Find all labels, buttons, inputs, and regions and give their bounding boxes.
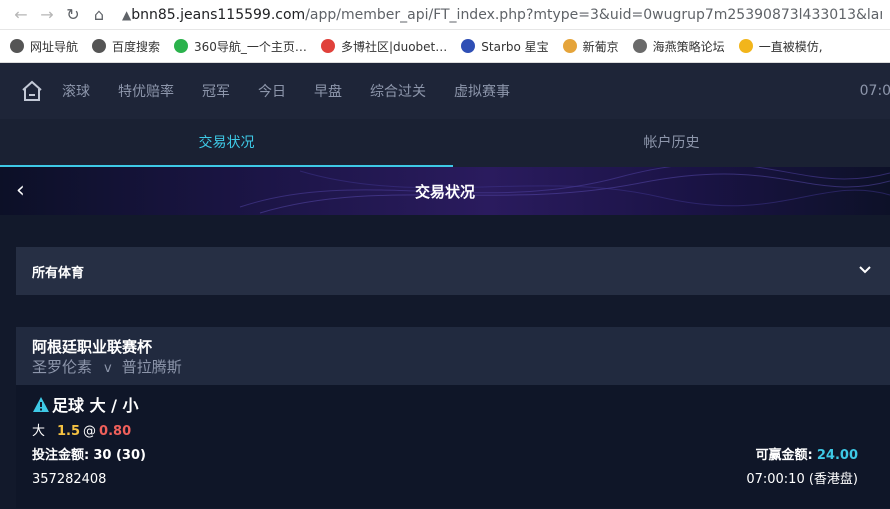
bookmark-favicon-icon xyxy=(92,39,107,53)
home-team: 圣罗伦素 xyxy=(32,358,93,376)
stake-label: 投注金额: xyxy=(32,448,90,463)
bookmark-label: 新葡京 xyxy=(582,39,619,54)
potential-win: 可赢金额: 24.00 xyxy=(756,444,858,468)
bookmark-label: 360导航_一个主页… xyxy=(194,39,307,54)
bet-card-body: 足球 大 / 小 大 1.5 @0.80 投注金额: 30 (30) 可赢金额: 2… xyxy=(16,385,890,508)
league-name: 阿根廷职业联赛杯 xyxy=(32,338,153,356)
tab-trade-status[interactable]: 交易状况 xyxy=(0,119,453,167)
chevron-down-icon xyxy=(859,266,871,274)
bookmark-favicon-icon xyxy=(738,39,753,53)
bookmark-item[interactable]: 新葡京 xyxy=(562,38,619,55)
bookmark-label: 多博社区|duobet… xyxy=(340,39,448,54)
tab-account-history[interactable]: 帐户历史 xyxy=(453,119,890,167)
nav-item[interactable]: 今日 xyxy=(258,81,286,101)
back-button[interactable]: ‹ xyxy=(16,179,25,203)
address-bar[interactable]: ▲ bnn85.jeans115599.com/app/member_api/F… xyxy=(122,2,882,28)
bet-market: 足球 大 / 小 xyxy=(52,396,139,415)
bet-time: 07:00:10 (香港盘) xyxy=(746,472,858,487)
nav-item[interactable]: 早盘 xyxy=(314,81,342,101)
bet-market-title: 足球 大 / 小 xyxy=(32,393,874,415)
bookmark-label: 海燕策略论坛 xyxy=(652,39,725,54)
stake-row: 投注金额: 30 (30) 可赢金额: 24.00 xyxy=(32,444,874,468)
back-icon[interactable]: ← xyxy=(8,2,34,28)
bookmark-label: 百度搜索 xyxy=(112,39,161,54)
bookmark-favicon-icon xyxy=(632,39,647,53)
warning-icon xyxy=(33,396,49,412)
home-button-icon[interactable]: ⌂ xyxy=(86,2,112,28)
ticket-id: 357282408 xyxy=(32,472,107,487)
bookmark-favicon-icon xyxy=(174,39,189,53)
win-label: 可赢金额: xyxy=(755,448,813,463)
selection: 大 xyxy=(32,424,46,439)
bookmark-item[interactable]: 多博社区|duobet… xyxy=(320,38,448,55)
url-host: bnn85.jeans115599.com xyxy=(131,6,306,23)
sport-filter-dropdown[interactable]: 所有体育 xyxy=(16,247,890,295)
bet-card: 阿根廷职业联赛杯 圣罗伦素 v 普拉腾斯 足球 大 / 小 大 1.5 @0.80 投注… xyxy=(16,327,890,508)
bookmark-favicon-icon xyxy=(562,39,577,53)
home-icon[interactable] xyxy=(20,79,44,103)
bookmark-item[interactable]: 360导航_一个主页… xyxy=(174,38,307,55)
reload-icon[interactable]: ↻ xyxy=(60,2,86,28)
selection-row: 大 1.5 @0.80 xyxy=(32,420,874,444)
nav-item[interactable]: 综合过关 xyxy=(370,81,426,101)
page-title: 交易状况 xyxy=(414,182,475,201)
bookmark-item[interactable]: 百度搜索 xyxy=(92,38,160,55)
main-content: 所有体育 阿根廷职业联赛杯 圣罗伦素 v 普拉腾斯 足球 大 / 小 大 1.5 @0.… xyxy=(0,215,890,508)
bookmark-label: 网址导航 xyxy=(30,39,79,54)
browser-toolbar: ← → ↻ ⌂ ▲ bnn85.jeans115599.com/app/memb… xyxy=(0,0,890,30)
nav-item[interactable]: 虚拟赛事 xyxy=(454,81,510,101)
at-symbol: @ xyxy=(83,424,97,439)
nav-item[interactable]: 冠军 xyxy=(202,81,230,101)
bookmark-label: 一直被模仿, xyxy=(758,39,823,54)
bookmark-favicon-icon xyxy=(461,39,476,53)
clock: 07:00 xyxy=(859,83,890,99)
bookmarks-bar: 网址导航 百度搜索 360导航_一个主页… 多博社区|duobet… Starbo 星宝… xyxy=(0,30,890,63)
handicap-line: 1.5 xyxy=(57,424,81,439)
bookmark-item[interactable]: 海燕策略论坛 xyxy=(632,38,725,55)
bookmark-item[interactable]: Starbo 星宝 xyxy=(461,38,549,55)
top-navigation: 滚球 特优赔率 冠军 今日 早盘 综合过关 虚拟赛事 07:00 xyxy=(0,63,890,119)
away-team: 普拉腾斯 xyxy=(121,358,182,376)
bookmark-favicon-icon xyxy=(10,39,24,53)
bookmark-item[interactable]: 网址导航 xyxy=(10,38,78,55)
odds: 0.80 xyxy=(99,424,132,439)
nav-item[interactable]: 特优赔率 xyxy=(118,81,174,101)
versus-label: v xyxy=(104,361,112,376)
nav-item[interactable]: 滚球 xyxy=(62,81,90,101)
tabs: 交易状况 帐户历史 xyxy=(0,119,890,167)
bookmark-label: Starbo 星宝 xyxy=(481,39,549,54)
bookmark-item[interactable]: 一直被模仿, xyxy=(738,38,823,55)
url-path: /app/member_api/FT_index.php?mtype=3&uid… xyxy=(305,6,882,23)
security-info-icon[interactable]: ▲ xyxy=(122,8,131,22)
ticket-row: 357282408 07:00:10 (香港盘) xyxy=(32,468,874,492)
nav-items: 滚球 特优赔率 冠军 今日 早盘 综合过关 虚拟赛事 xyxy=(62,81,538,101)
bookmark-favicon-icon xyxy=(320,39,335,53)
match-teams: 圣罗伦素 v 普拉腾斯 xyxy=(32,358,890,378)
stake-value: 30 (30) xyxy=(93,448,146,463)
forward-icon[interactable]: → xyxy=(34,2,60,28)
page-header: ‹ 交易状况 xyxy=(0,167,890,215)
sport-filter-label: 所有体育 xyxy=(32,265,85,281)
win-value: 24.00 xyxy=(816,448,858,463)
bet-card-header: 阿根廷职业联赛杯 圣罗伦素 v 普拉腾斯 xyxy=(16,327,890,385)
